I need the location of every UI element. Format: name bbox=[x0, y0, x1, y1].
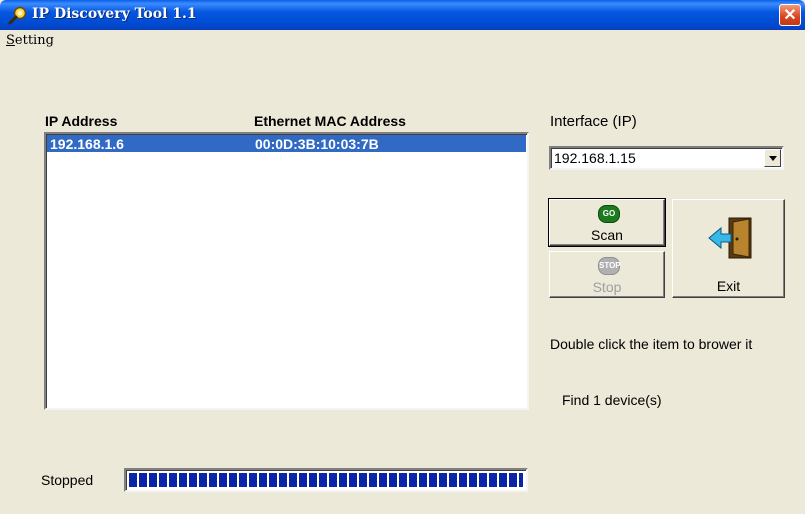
stop-label: Stop bbox=[592, 279, 622, 295]
close-button[interactable]: ✕ bbox=[779, 4, 801, 26]
device-count: Find 1 device(s) bbox=[562, 392, 662, 408]
status-label: Stopped bbox=[41, 472, 94, 488]
progress-bar bbox=[124, 468, 528, 492]
device-list[interactable]: 192.168.1.6 00:0D:3B:10:03:7B bbox=[44, 132, 529, 410]
hint-text: Double click the item to brower it bbox=[550, 336, 753, 352]
row-ip: 192.168.1.6 bbox=[50, 136, 124, 152]
column-header-ip: IP Address bbox=[45, 113, 118, 129]
menu-setting[interactable]: Setting bbox=[6, 33, 54, 48]
menu-bar: Setting bbox=[0, 30, 805, 52]
chevron-down-icon[interactable] bbox=[764, 149, 781, 167]
progress-fill bbox=[129, 473, 523, 487]
row-mac: 00:0D:3B:10:03:7B bbox=[255, 136, 379, 152]
scan-label: Scan bbox=[591, 227, 623, 243]
window-title: IP Discovery Tool 1.1 bbox=[32, 6, 197, 22]
table-row[interactable]: 192.168.1.6 00:0D:3B:10:03:7B bbox=[47, 135, 526, 152]
exit-button[interactable]: Exit bbox=[672, 199, 785, 298]
column-header-mac: Ethernet MAC Address bbox=[254, 113, 406, 129]
exit-label: Exit bbox=[716, 278, 741, 294]
interface-select[interactable]: 192.168.1.15 bbox=[549, 146, 784, 170]
interface-value: 192.168.1.15 bbox=[554, 150, 636, 166]
scan-button[interactable]: GO Scan bbox=[548, 198, 666, 247]
exit-door-icon bbox=[708, 217, 752, 259]
interface-label: Interface (IP) bbox=[550, 113, 637, 130]
magnifier-icon bbox=[8, 6, 27, 25]
go-icon: GO bbox=[598, 205, 620, 223]
stop-button[interactable]: STOP Stop bbox=[549, 251, 665, 298]
stop-icon: STOP bbox=[598, 257, 621, 275]
title-bar[interactable]: IP Discovery Tool 1.1 ✕ bbox=[0, 0, 805, 30]
menu-setting-rest: etting bbox=[14, 33, 54, 48]
